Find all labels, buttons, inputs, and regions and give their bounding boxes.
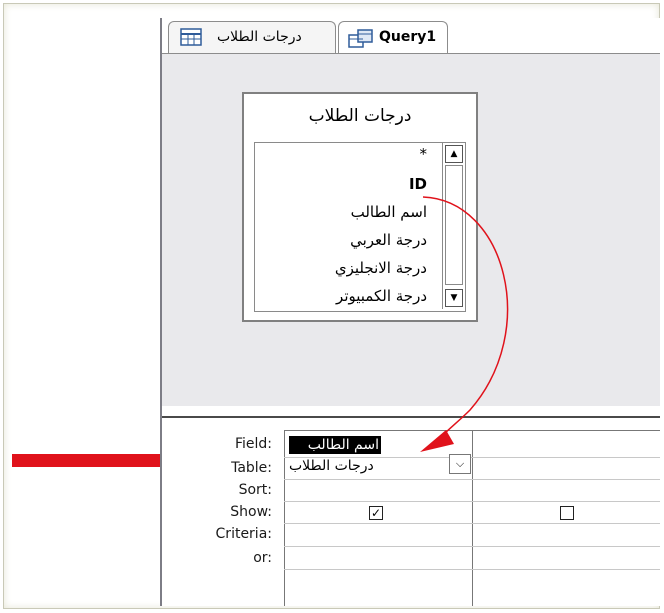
- curved-annotation-arrow: [420, 196, 509, 452]
